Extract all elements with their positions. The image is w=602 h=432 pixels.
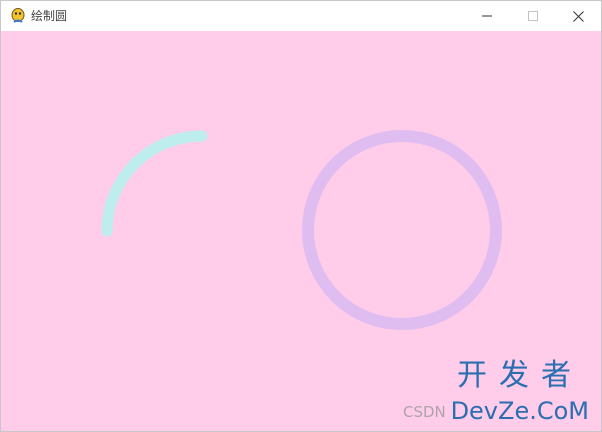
app-window: 绘制圆 开发者 CSDN DevZe.CoM xyxy=(0,0,602,432)
window-title: 绘制圆 xyxy=(31,9,68,23)
title-bar[interactable]: 绘制圆 xyxy=(1,1,601,31)
maximize-icon xyxy=(528,11,538,21)
watermark-csdn: CSDN xyxy=(403,403,446,421)
watermark-english: DevZe.CoM xyxy=(450,397,589,425)
maximize-button[interactable] xyxy=(510,1,556,31)
minimize-icon xyxy=(482,15,492,17)
close-button[interactable] xyxy=(555,1,601,31)
minimize-button[interactable] xyxy=(464,1,510,31)
watermark: 开发者 CSDN DevZe.CoM xyxy=(403,358,593,426)
pygame-canvas[interactable]: 开发者 CSDN DevZe.CoM xyxy=(1,31,601,431)
pygame-snake-icon xyxy=(11,8,25,23)
watermark-chinese: 开发者 xyxy=(457,358,583,393)
close-icon xyxy=(572,10,584,22)
